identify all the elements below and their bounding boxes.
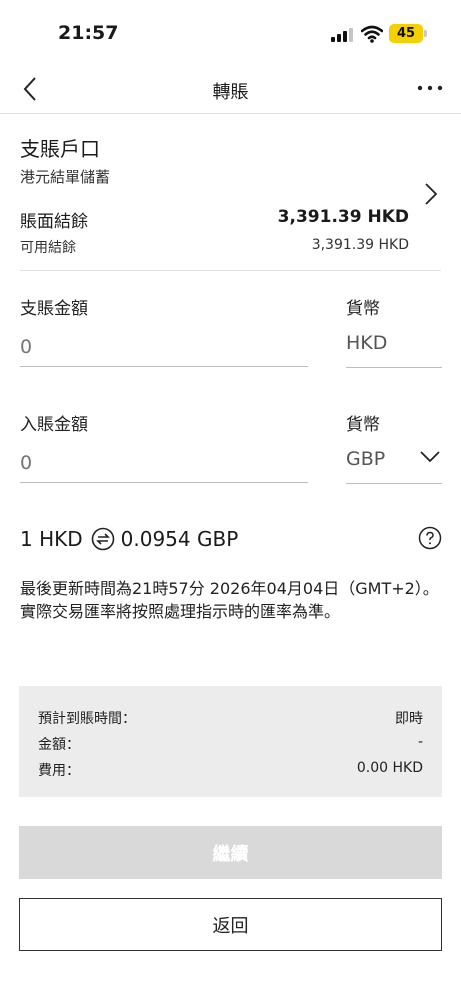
account-section-title: 支賬戶口 bbox=[20, 137, 100, 161]
credit-currency-label: 貨幣 bbox=[346, 415, 380, 435]
exchange-icon bbox=[91, 527, 114, 551]
summary-value: 0.00 HKD bbox=[356, 760, 423, 776]
debit-account-selector[interactable]: 支賬戶口 港元結單儲蓄 賬面結餘 3,391.39 HKD 可用結餘 3,391… bbox=[0, 115, 461, 271]
nav-bar: 轉賬 bbox=[0, 64, 461, 114]
summary-row-amount: 金額： - bbox=[38, 734, 423, 754]
debit-currency-underline bbox=[346, 367, 442, 368]
summary-label: 費用： bbox=[38, 763, 80, 779]
more-dots-icon[interactable] bbox=[415, 83, 445, 93]
back-button[interactable]: 返回 bbox=[19, 898, 442, 951]
ledger-balance-value: 3,391.39 HKD bbox=[277, 207, 409, 227]
available-balance-label: 可用結餘 bbox=[20, 240, 76, 256]
debit-currency-label: 貨幣 bbox=[346, 299, 380, 319]
credit-currency-value[interactable]: GBP bbox=[346, 448, 385, 470]
summary-label: 預計到賬時間： bbox=[38, 711, 136, 727]
rate-to: 0.0954 GBP bbox=[120, 527, 239, 551]
credit-amount-input[interactable] bbox=[20, 443, 308, 483]
debit-currency-value: HKD bbox=[346, 332, 388, 354]
rate-notice: 最後更新時間為21時57分 2026年04月04日（GMT+2）。實際交易匯率將… bbox=[20, 579, 439, 621]
battery-nub bbox=[424, 30, 427, 37]
summary-label: 金額： bbox=[38, 737, 80, 753]
available-balance-value: 3,391.39 HKD bbox=[311, 237, 409, 253]
chevron-down-icon[interactable] bbox=[419, 450, 441, 464]
rate-from: 1 HKD bbox=[20, 527, 83, 551]
credit-amount-label: 入賬金額 bbox=[20, 415, 88, 435]
account-type: 港元結單儲蓄 bbox=[20, 168, 111, 186]
debit-amount-label: 支賬金額 bbox=[20, 299, 88, 319]
divider bbox=[20, 270, 441, 271]
exchange-rate: 1 HKD 0.0954 GBP bbox=[20, 526, 238, 552]
transfer-summary: 預計到賬時間： 即時 金額： - 費用： 0.00 HKD bbox=[19, 686, 442, 797]
continue-button[interactable]: 繼續 bbox=[19, 826, 442, 879]
signal-icon bbox=[331, 28, 353, 42]
summary-row-arrival: 預計到賬時間： 即時 bbox=[38, 708, 423, 728]
status-bar: 21:57 45 bbox=[0, 0, 461, 64]
credit-currency-underline bbox=[346, 483, 442, 484]
summary-value: 即時 bbox=[395, 711, 423, 727]
debit-amount-input[interactable] bbox=[20, 327, 308, 367]
ledger-balance-label: 賬面結餘 bbox=[20, 212, 88, 232]
status-time: 21:57 bbox=[58, 22, 119, 44]
summary-row-fee: 費用： 0.00 HKD bbox=[38, 760, 423, 780]
summary-value: - bbox=[417, 734, 423, 750]
help-icon[interactable] bbox=[418, 526, 442, 550]
wifi-icon bbox=[361, 25, 383, 43]
battery-icon: 45 bbox=[389, 24, 423, 43]
page-title: 轉賬 bbox=[212, 82, 249, 103]
chevron-right-icon bbox=[425, 183, 438, 205]
